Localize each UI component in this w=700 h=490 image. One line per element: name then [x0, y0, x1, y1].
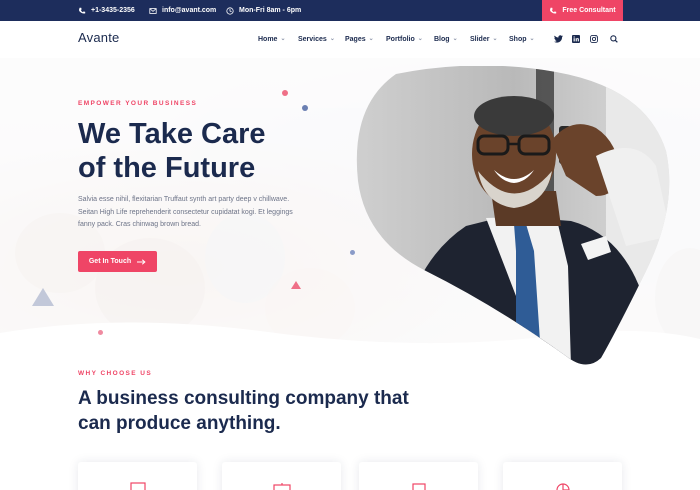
phone-text: +1-3435-2356 [91, 7, 135, 14]
instagram-icon[interactable] [588, 33, 600, 45]
chevron-down-icon: ⌄ [492, 36, 498, 42]
chevron-down-icon: ⌄ [368, 36, 374, 42]
why-title-line: A business consulting company that [78, 388, 409, 409]
hours-info: Mon-Fri 8am - 6pm [226, 0, 301, 21]
decorative-dot [302, 105, 308, 111]
decorative-dot [98, 330, 103, 335]
clock-icon [226, 6, 234, 15]
nav-item-pages[interactable]: Pages ⌄ [345, 36, 374, 43]
nav-item-home[interactable]: Home ⌄ [258, 36, 285, 43]
hero-title: We Take Care of the Future [78, 117, 338, 185]
phone-info[interactable]: +1-3435-2356 [78, 0, 135, 21]
service-card[interactable] [78, 462, 197, 490]
chevron-down-icon: ⌄ [452, 36, 458, 42]
hero-title-line: We Take Care [78, 118, 266, 150]
chevron-down-icon: ⌄ [529, 36, 535, 42]
chevron-down-icon: ⌄ [329, 36, 335, 42]
main-navigation: Avante Home ⌄ Services ⌄ Pages ⌄ Portfolio ⌄… [0, 21, 700, 58]
email-info[interactable]: info@avant.com [149, 0, 216, 21]
hero-description: Salvia esse nihil, flexitarian Truffaut … [78, 196, 293, 228]
nav-item-services[interactable]: Services ⌄ [298, 36, 335, 43]
why-title-line: can produce anything. [78, 413, 281, 434]
top-bar: +1-3435-2356 info@avant.com Mon-Fri 8am … [0, 0, 700, 21]
presentation-icon [272, 483, 291, 490]
chevron-down-icon: ⌄ [280, 36, 286, 42]
chart-pie-icon [555, 483, 570, 490]
site-logo[interactable]: Avante [78, 30, 119, 45]
nav-item-label: Services [298, 36, 327, 43]
triangle-decoration [32, 288, 54, 306]
nav-item-slider[interactable]: Slider ⌄ [470, 36, 497, 43]
nav-item-portfolio[interactable]: Portfolio ⌄ [386, 36, 423, 43]
chevron-down-icon: ⌄ [417, 36, 423, 42]
service-card[interactable] [222, 462, 341, 490]
nav-item-label: Blog [434, 36, 450, 43]
hero-eyebrow: EMPOWER YOUR BUSINESS [78, 100, 198, 107]
laptop-icon [411, 483, 426, 490]
arrow-right-icon [137, 258, 146, 265]
envelope-icon [149, 7, 157, 14]
email-text: info@avant.com [162, 7, 217, 14]
twitter-icon[interactable] [552, 33, 564, 45]
search-icon[interactable] [608, 33, 620, 45]
get-in-touch-button[interactable]: Get In Touch [78, 251, 157, 272]
decorative-dot [350, 250, 355, 255]
service-card[interactable] [503, 462, 622, 490]
nav-item-label: Home [258, 36, 278, 43]
nav-item-label: Slider [470, 36, 490, 43]
triangle-decoration [291, 281, 301, 289]
service-card[interactable] [359, 462, 478, 490]
free-consultant-label: Free Consultant [562, 7, 616, 14]
nav-item-label: Portfolio [386, 36, 415, 43]
phone-icon [550, 7, 557, 14]
hero-photo [356, 66, 670, 365]
get-in-touch-label: Get In Touch [88, 258, 132, 265]
linkedin-icon[interactable] [570, 33, 582, 45]
nav-item-label: Pages [345, 36, 366, 43]
why-title: A business consulting company that can p… [78, 386, 418, 436]
why-eyebrow: WHY CHOOSE US [78, 370, 153, 377]
decorative-dot [282, 90, 288, 96]
phone-icon [79, 7, 86, 14]
monitor-icon [129, 482, 146, 490]
hero-title-line: of the Future [78, 152, 256, 184]
nav-item-blog[interactable]: Blog ⌄ [434, 36, 458, 43]
nav-item-shop[interactable]: Shop ⌄ [509, 36, 535, 43]
hours-text: Mon-Fri 8am - 6pm [239, 7, 302, 14]
nav-item-label: Shop [509, 36, 527, 43]
free-consultant-button[interactable]: Free Consultant [542, 0, 623, 21]
